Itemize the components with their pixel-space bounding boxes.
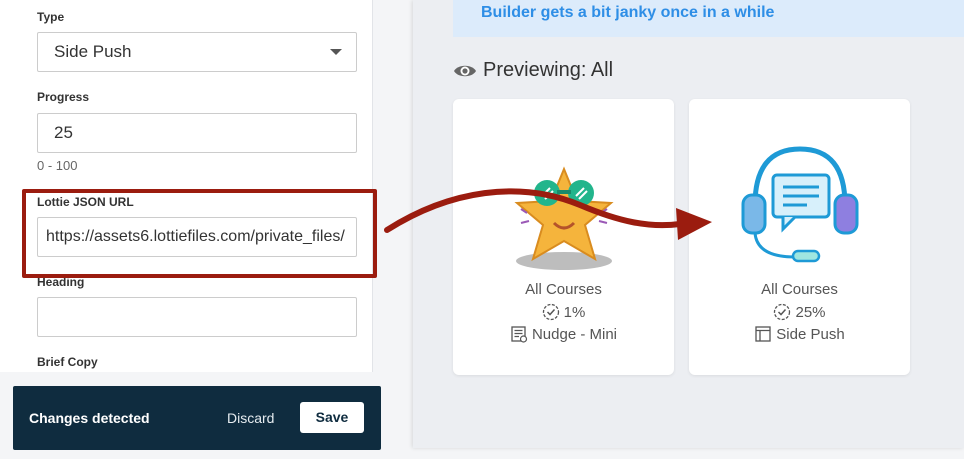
type-label: Type <box>37 10 65 24</box>
card-progress: 1% <box>453 303 674 321</box>
chevron-down-icon <box>330 49 342 55</box>
preview-heading-text: Previewing: All <box>483 59 614 81</box>
preview-card-nudge-mini[interactable]: All Courses 1% Nudge - Mini <box>453 99 674 375</box>
changes-detected-text: Changes detected <box>29 410 150 426</box>
discard-button[interactable]: Discard <box>227 410 274 426</box>
settings-form-panel: Type Side Push Progress 25 0 - 100 Lotti… <box>0 0 373 372</box>
card-progress-value: 1% <box>563 303 586 321</box>
card-type: Side Push <box>689 325 910 343</box>
changes-bar: Changes detected Discard Save <box>13 386 381 450</box>
progress-hint: 0 - 100 <box>37 158 78 173</box>
lottie-url-highlight <box>22 189 377 278</box>
star-sunglasses-illustration <box>509 163 619 278</box>
card-title: All Courses <box>761 281 838 298</box>
progress-check-icon <box>542 303 559 321</box>
progress-input[interactable]: 25 <box>37 113 357 153</box>
side-panel-icon <box>755 326 771 342</box>
banner-text: Builder gets a bit janky once in a while <box>481 4 775 21</box>
card-type: Nudge - Mini <box>453 325 674 343</box>
preview-heading: Previewing: All <box>453 59 613 82</box>
brief-copy-label: Brief Copy <box>37 355 98 369</box>
heading-input[interactable] <box>37 297 357 337</box>
save-button[interactable]: Save <box>300 402 364 433</box>
eye-icon <box>454 65 476 76</box>
card-title: All Courses <box>525 281 602 298</box>
preview-panel: Builder gets a bit janky once in a while… <box>413 0 964 448</box>
document-icon <box>511 326 528 343</box>
type-select[interactable]: Side Push <box>37 32 357 72</box>
preview-card-side-push[interactable]: All Courses 25% Side Push <box>689 99 910 375</box>
type-select-value: Side Push <box>54 42 132 61</box>
card-type-value: Nudge - Mini <box>531 325 618 343</box>
card-type-value: Side Push <box>776 325 845 343</box>
progress-check-icon <box>774 303 791 321</box>
card-progress-value: 25% <box>795 303 826 321</box>
info-banner: Builder gets a bit janky once in a while <box>453 0 964 37</box>
progress-label: Progress <box>37 90 90 104</box>
headset-chat-illustration <box>735 141 865 272</box>
card-progress: 25% <box>689 303 910 321</box>
